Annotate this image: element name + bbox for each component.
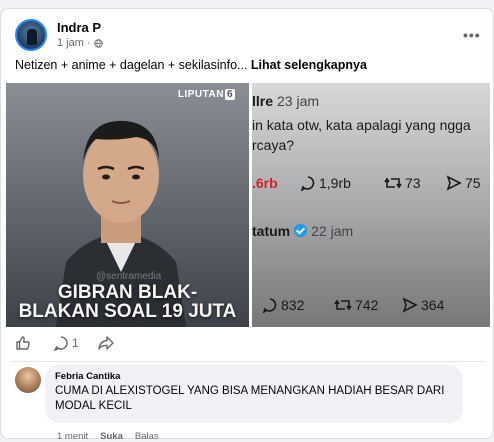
like-button[interactable]	[15, 335, 31, 351]
media-image-left[interactable]: LIPUTAN 6 @sentramedia GIBRAN BLAK- BLAKA…	[6, 83, 249, 327]
tweet1-line2: rcaya?	[252, 137, 295, 153]
caption-text: Netizen + anime + dagelan + sekilasinfo.…	[15, 58, 251, 72]
post-meta: 1 jam ·	[57, 37, 103, 49]
author-avatar[interactable]	[15, 19, 47, 51]
tweet1-likes: .6rb	[252, 175, 278, 191]
image-watermark: @sentramedia	[96, 271, 162, 282]
comment-bubble: Febria Cantika CUMA DI ALEXISTOGEL YANG …	[45, 365, 463, 423]
headline-line-2: BLAKAN SOAL 19 JUTA	[18, 301, 237, 322]
post-media[interactable]: LIPUTAN 6 @sentramedia GIBRAN BLAK- BLAKA…	[6, 83, 490, 327]
tweet1-retweets: 73	[384, 175, 421, 191]
actions-divider	[11, 361, 485, 362]
comment-button[interactable]: 1	[53, 335, 79, 351]
comment-icon	[53, 336, 68, 351]
comment-text-line2: MODAL KECIL	[55, 400, 132, 412]
send-icon	[446, 175, 462, 191]
reply-icon	[262, 298, 277, 313]
like-icon	[16, 336, 30, 350]
comment-text-line1: CUMA DI ALEXISTOGEL YANG BISA MENANGKAN …	[55, 385, 445, 397]
tweet2-stats: 832 742 364	[252, 297, 490, 317]
tweet1-user: llre	[252, 93, 274, 109]
globe-icon	[93, 38, 103, 48]
tweet1-replies: 1,9rb	[300, 175, 351, 191]
comment-count: 1	[72, 336, 79, 350]
verified-icon	[294, 224, 308, 237]
retweet-icon	[384, 177, 402, 189]
tweet2-user: tatum	[252, 223, 291, 239]
see-more-link[interactable]: Lihat selengkapnya	[251, 58, 367, 72]
tweet2-header: tatum 22 jam	[252, 223, 353, 239]
tweet1-shares: 75	[446, 175, 481, 191]
tweet2-time: 22 jam	[311, 223, 354, 239]
more-options-icon[interactable]: •••	[463, 27, 481, 43]
commenter-avatar[interactable]	[15, 367, 41, 393]
comment-like-button[interactable]: Suka	[100, 431, 123, 442]
author-name[interactable]: Indra P	[57, 20, 101, 35]
retweet-icon	[334, 299, 352, 311]
tweet1-header: llre 23 jam	[252, 93, 319, 109]
tweet1-stats: .6rb 1,9rb 73 75	[252, 175, 490, 195]
reply-icon	[300, 176, 315, 191]
tweet1-time: 23 jam	[277, 93, 320, 109]
avatar-figure	[27, 29, 37, 45]
post-time[interactable]: 1 jam	[57, 37, 84, 49]
comment-actions: 1 menit Suka Balas	[57, 431, 159, 442]
post-caption: Netizen + anime + dagelan + sekilasinfo.…	[15, 58, 367, 72]
share-icon	[98, 336, 114, 350]
tweet2-replies: 832	[262, 297, 304, 313]
send-icon	[402, 297, 418, 313]
media-image-right[interactable]: llre 23 jam in kata otw, kata apalagi yan…	[252, 83, 490, 327]
comment-time[interactable]: 1 menit	[57, 431, 88, 442]
tweet2-retweets: 742	[334, 297, 378, 313]
tweet1-line1: in kata otw, kata apalagi yang ngga	[252, 117, 471, 133]
headline-line-1: GIBRAN BLAK-	[57, 282, 198, 303]
tweet2-shares: 364	[402, 297, 444, 313]
share-button[interactable]	[97, 335, 115, 351]
comment-reply-button[interactable]: Balas	[135, 431, 159, 442]
commenter-name[interactable]: Febria Cantika	[55, 371, 453, 382]
post-card: Indra P 1 jam · ••• Netizen + anime + da…	[0, 8, 494, 442]
